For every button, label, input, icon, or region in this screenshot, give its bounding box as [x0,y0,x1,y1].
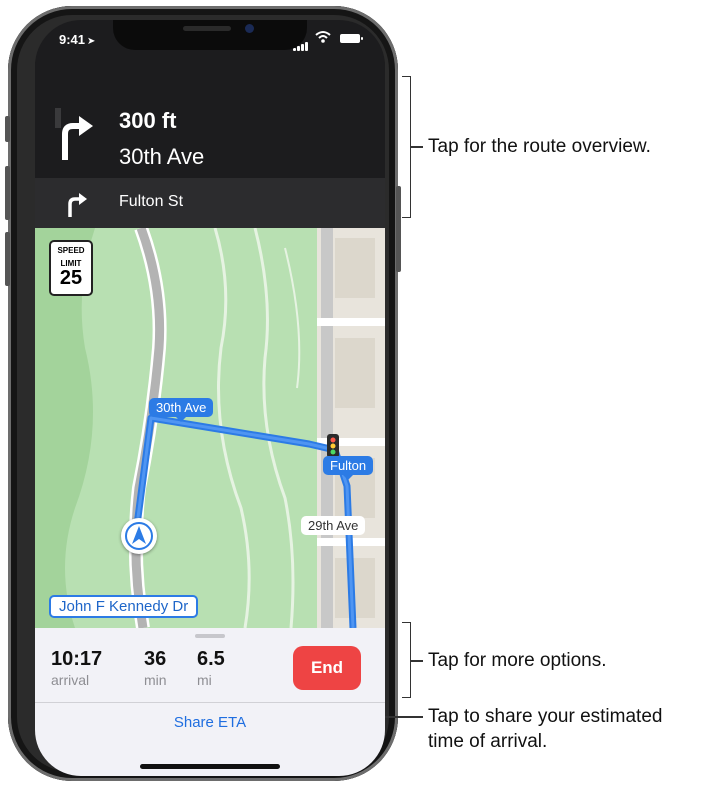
status-time: 9:41 ➤ [59,32,95,47]
maneuver-distance: 300 ft [119,108,177,133]
arrival-label: arrival [51,672,90,688]
distance-stat: 6.5 mi [197,648,225,688]
speed-limit-sign: SPEED LIMIT 25 [49,240,93,296]
callout-share-eta: Tap to share your estimated time of arri… [428,704,662,754]
next-street: Fulton St [119,193,184,210]
power-button [396,186,401,272]
callout-share-line-2: time of arrival. [428,731,548,752]
direction-banner[interactable]: 300 ft 30th Ave [35,62,385,178]
maneuver-street: 30th Ave [119,144,205,169]
map-label-30th-ave: 30th Ave [149,398,214,422]
map-label-29th-ave: 29th Ave [301,516,366,535]
map-view[interactable]: SPEED LIMIT 25 30th Ave Fulton 29th Ave … [35,228,385,628]
callout-share-line-1: Tap to share your estimated [428,706,663,727]
distance-value: 6.5 [197,648,225,670]
phone-frame: 9:41 ➤ 300 ft 30th Ave Fulton St SPEED L… [5,6,401,781]
battery-icon [340,34,363,43]
turn-right-icon [62,116,93,160]
callout-bracket-route [402,76,411,218]
callout-tick-route [411,146,423,148]
share-eta-button[interactable]: Share ETA [35,714,385,731]
map-label-road: John F Kennedy Dr [49,595,199,618]
callout-route-overview: Tap for the route overview. [428,136,651,157]
ring-switch [5,116,10,142]
end-button[interactable]: End [293,646,361,690]
arrival-stat: 10:17 arrival [51,648,102,688]
location-arrow-icon: ➤ [87,36,96,47]
next-turn-right-icon [68,193,87,217]
card-grabber[interactable] [195,634,225,638]
minutes-value: 36 [144,648,167,670]
volume-down-button [5,232,10,286]
callout-tick-options [411,660,423,662]
volume-up-button [5,166,10,220]
minutes-stat: 36 min [144,648,167,688]
map-label-fulton: Fulton [323,456,374,480]
notch [113,20,307,50]
speaker-grille [183,26,231,31]
arrival-time: 10:17 [51,648,103,670]
speed-limit-value: 25 [59,267,83,289]
screen: 9:41 ➤ 300 ft 30th Ave Fulton St SPEED L… [35,20,385,776]
callout-more-options: Tap for more options. [428,650,607,671]
front-camera [245,24,254,33]
speed-limit-label-1: SPEED [57,246,85,255]
card-divider [35,702,385,703]
next-maneuver-bar[interactable]: Fulton St [35,178,385,228]
home-indicator[interactable] [140,764,280,769]
status-time-text: 9:41 [59,32,86,47]
trip-card[interactable]: 10:17 arrival 36 min 6.5 mi End Share ET… [35,628,385,776]
minutes-label: min [144,672,167,688]
callout-bracket-options [402,622,411,698]
distance-label: mi [197,672,212,688]
current-location-icon [121,518,157,554]
wifi-icon [315,31,331,43]
